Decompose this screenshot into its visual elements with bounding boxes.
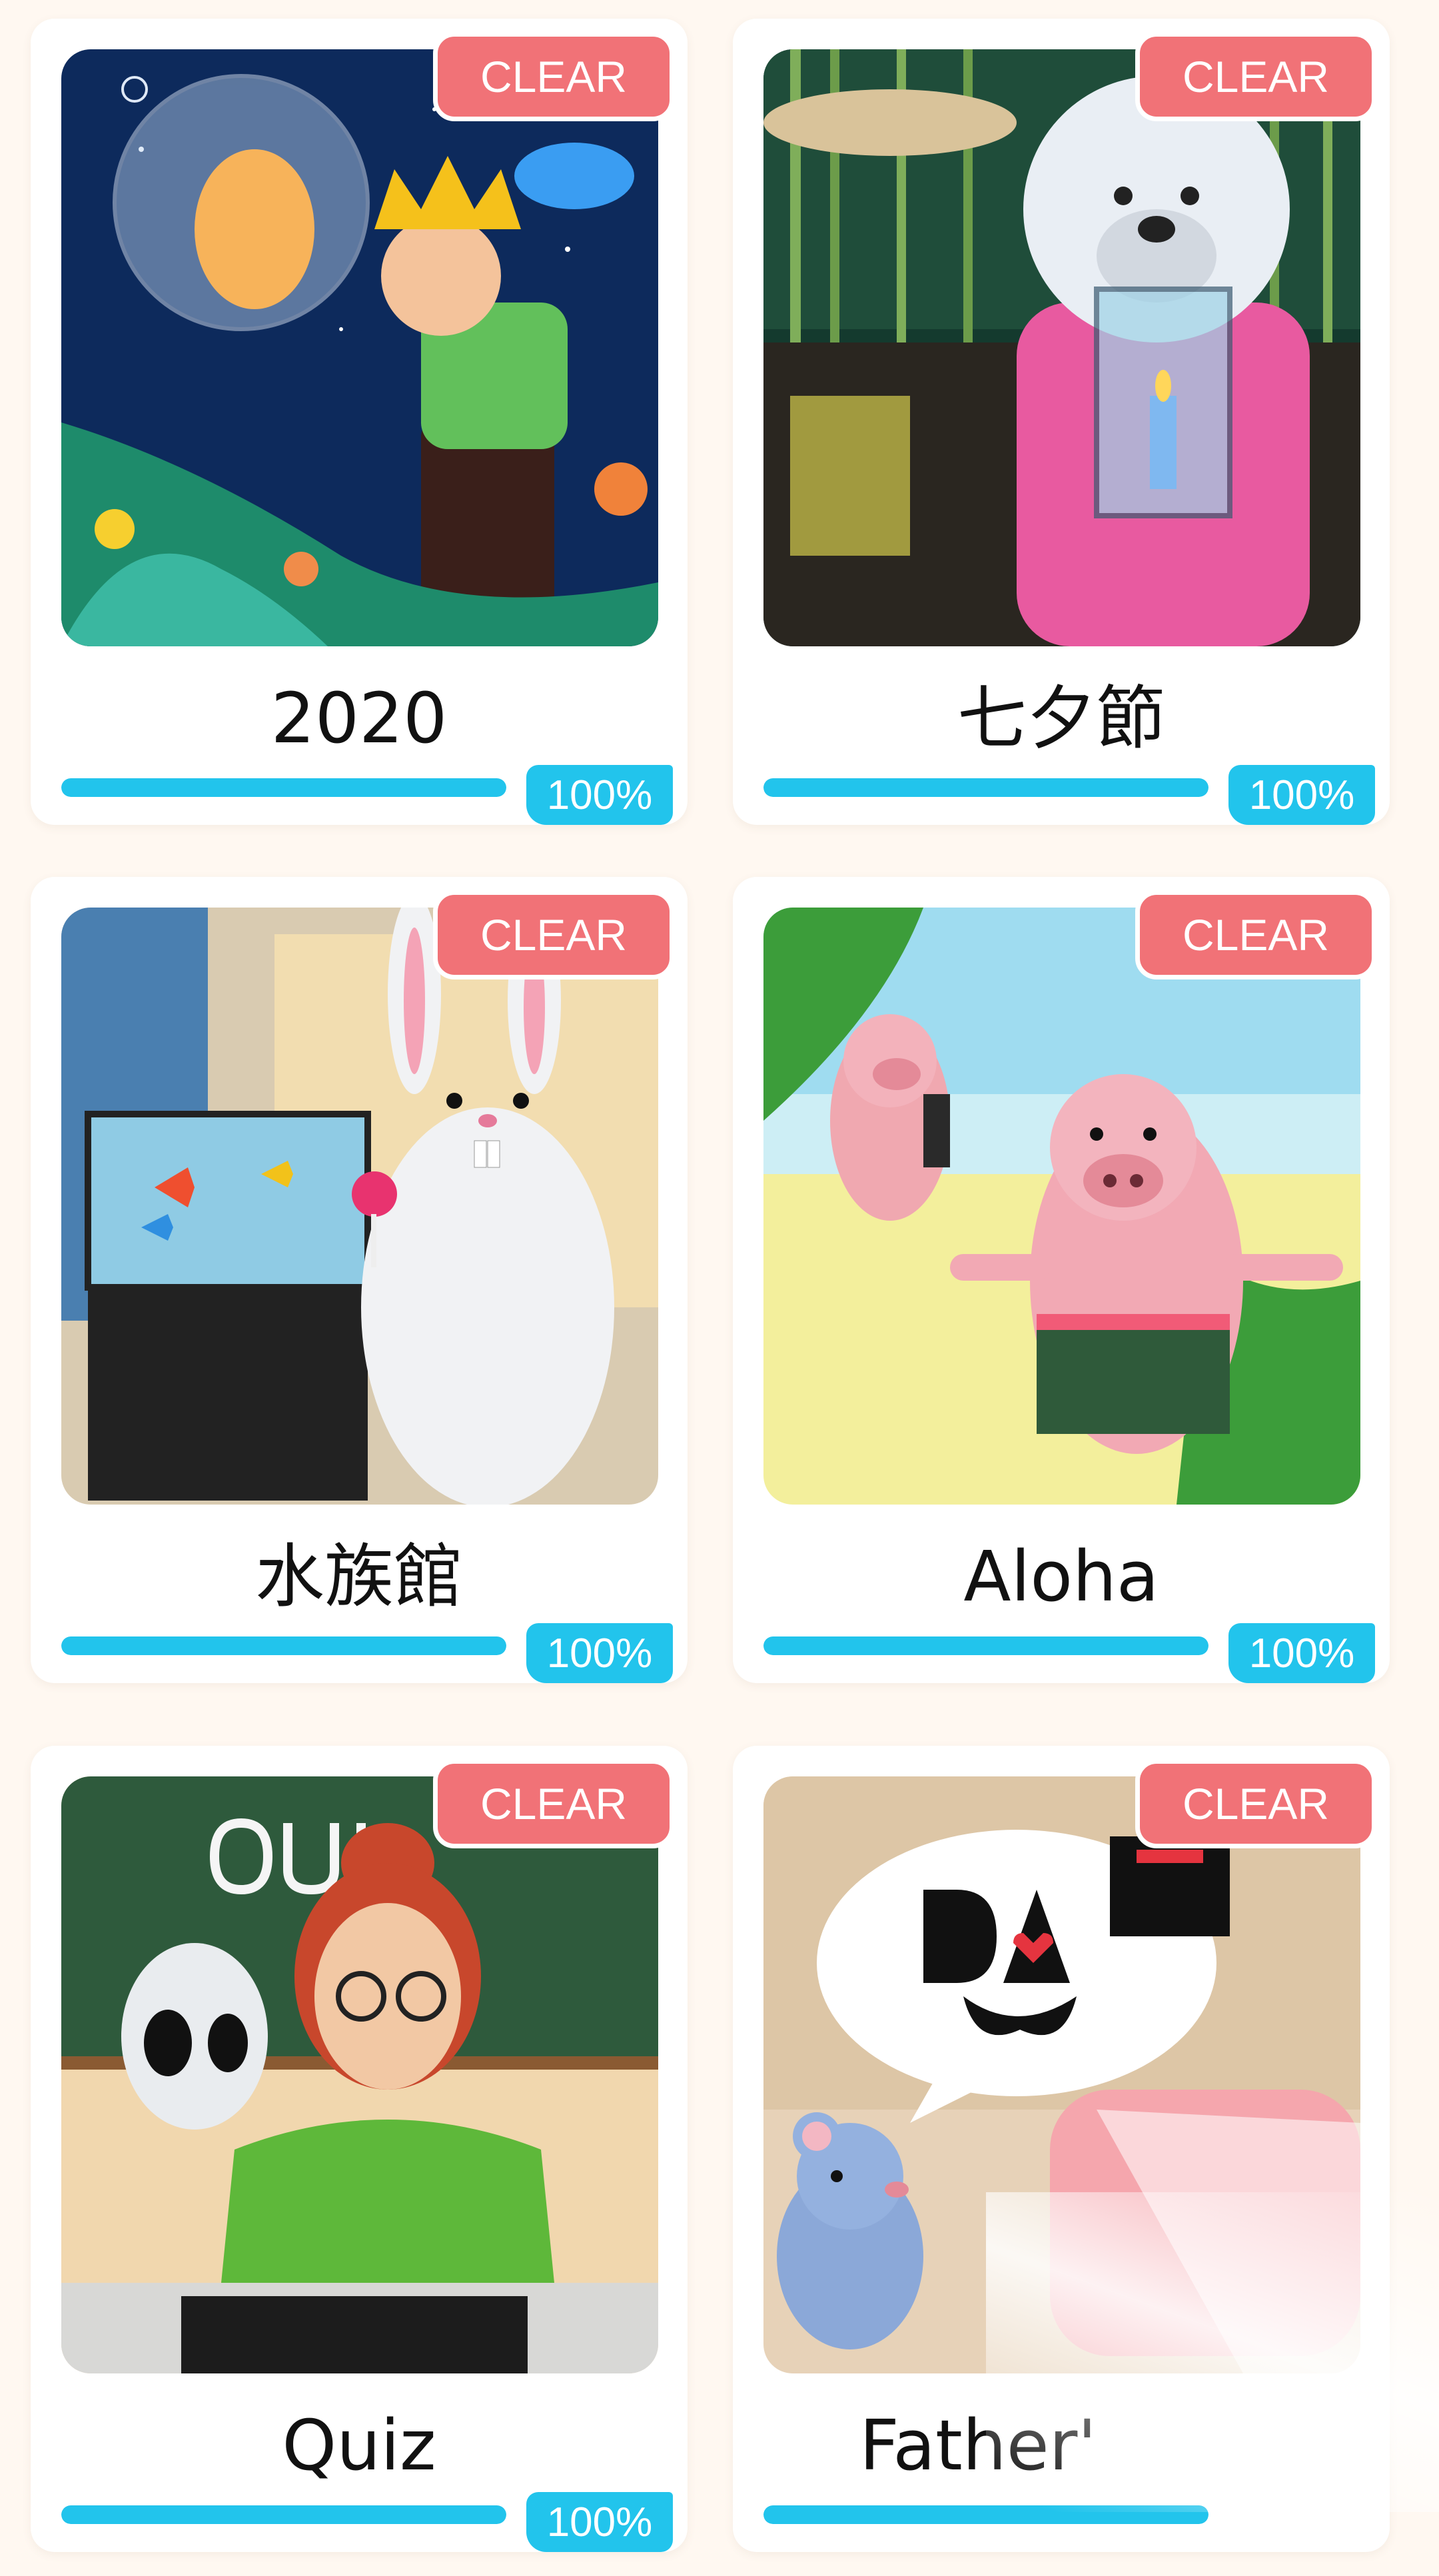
- clear-badge: CLEAR: [1135, 1759, 1376, 1848]
- level-card-quiz[interactable]: CLEAR Quiz 100%: [31, 1746, 688, 2552]
- mouse-dad-illustration: [763, 1776, 1360, 2373]
- percent-badge: 100%: [526, 2492, 673, 2552]
- level-card-qixi[interactable]: CLEAR 七夕節 100%: [733, 19, 1390, 825]
- clear-badge: CLEAR: [433, 1759, 674, 1848]
- percent-badge: 100%: [1228, 765, 1375, 825]
- progress-bar: [763, 778, 1208, 797]
- clear-badge: CLEAR: [433, 890, 674, 979]
- percent-badge: 100%: [1228, 1623, 1375, 1683]
- teacher-quiz-illustration: [61, 1776, 658, 2373]
- progress-bar: [61, 778, 506, 797]
- level-thumbnail: [763, 1776, 1360, 2373]
- progress-fill: [61, 1636, 506, 1655]
- rabbit-aquarium-illustration: [61, 908, 658, 1505]
- level-thumbnail: [61, 1776, 658, 2373]
- progress-bar: [61, 1636, 506, 1655]
- level-title: Quiz: [282, 2405, 436, 2486]
- progress-fill: [763, 1636, 1208, 1655]
- level-title: 2020: [270, 678, 448, 759]
- level-title: Aloha: [963, 1536, 1159, 1617]
- level-card-aloha[interactable]: CLEAR Aloha 100%: [733, 877, 1390, 1683]
- bear-lantern-illustration: [763, 49, 1360, 646]
- progress-fill: [61, 778, 506, 797]
- progress-fill: [763, 2505, 1208, 2524]
- level-thumbnail: [61, 49, 658, 646]
- level-title: Father': [859, 2405, 1097, 2486]
- level-card-2020[interactable]: CLEAR 2020 100%: [31, 19, 688, 825]
- level-card-father[interactable]: CLEAR Father': [733, 1746, 1390, 2552]
- clear-badge: CLEAR: [1135, 32, 1376, 121]
- progress-bar: [763, 2505, 1208, 2524]
- progress-fill: [763, 778, 1208, 797]
- level-title: 七夕節: [957, 678, 1165, 759]
- clear-badge: CLEAR: [433, 32, 674, 121]
- progress-bar: [763, 1636, 1208, 1655]
- level-thumbnail: [61, 908, 658, 1505]
- level-title: 水族館: [254, 1536, 463, 1617]
- progress-bar: [61, 2505, 506, 2524]
- level-thumbnail: [763, 908, 1360, 1505]
- clear-badge: CLEAR: [1135, 890, 1376, 979]
- percent-badge: 100%: [526, 1623, 673, 1683]
- progress-fill: [61, 2505, 506, 2524]
- pigs-beach-illustration: [763, 908, 1360, 1505]
- percent-badge: 100%: [526, 765, 673, 825]
- level-card-aquarium[interactable]: CLEAR 水族館 100%: [31, 877, 688, 1683]
- prince-moon-illustration: [61, 49, 658, 646]
- level-thumbnail: [763, 49, 1360, 646]
